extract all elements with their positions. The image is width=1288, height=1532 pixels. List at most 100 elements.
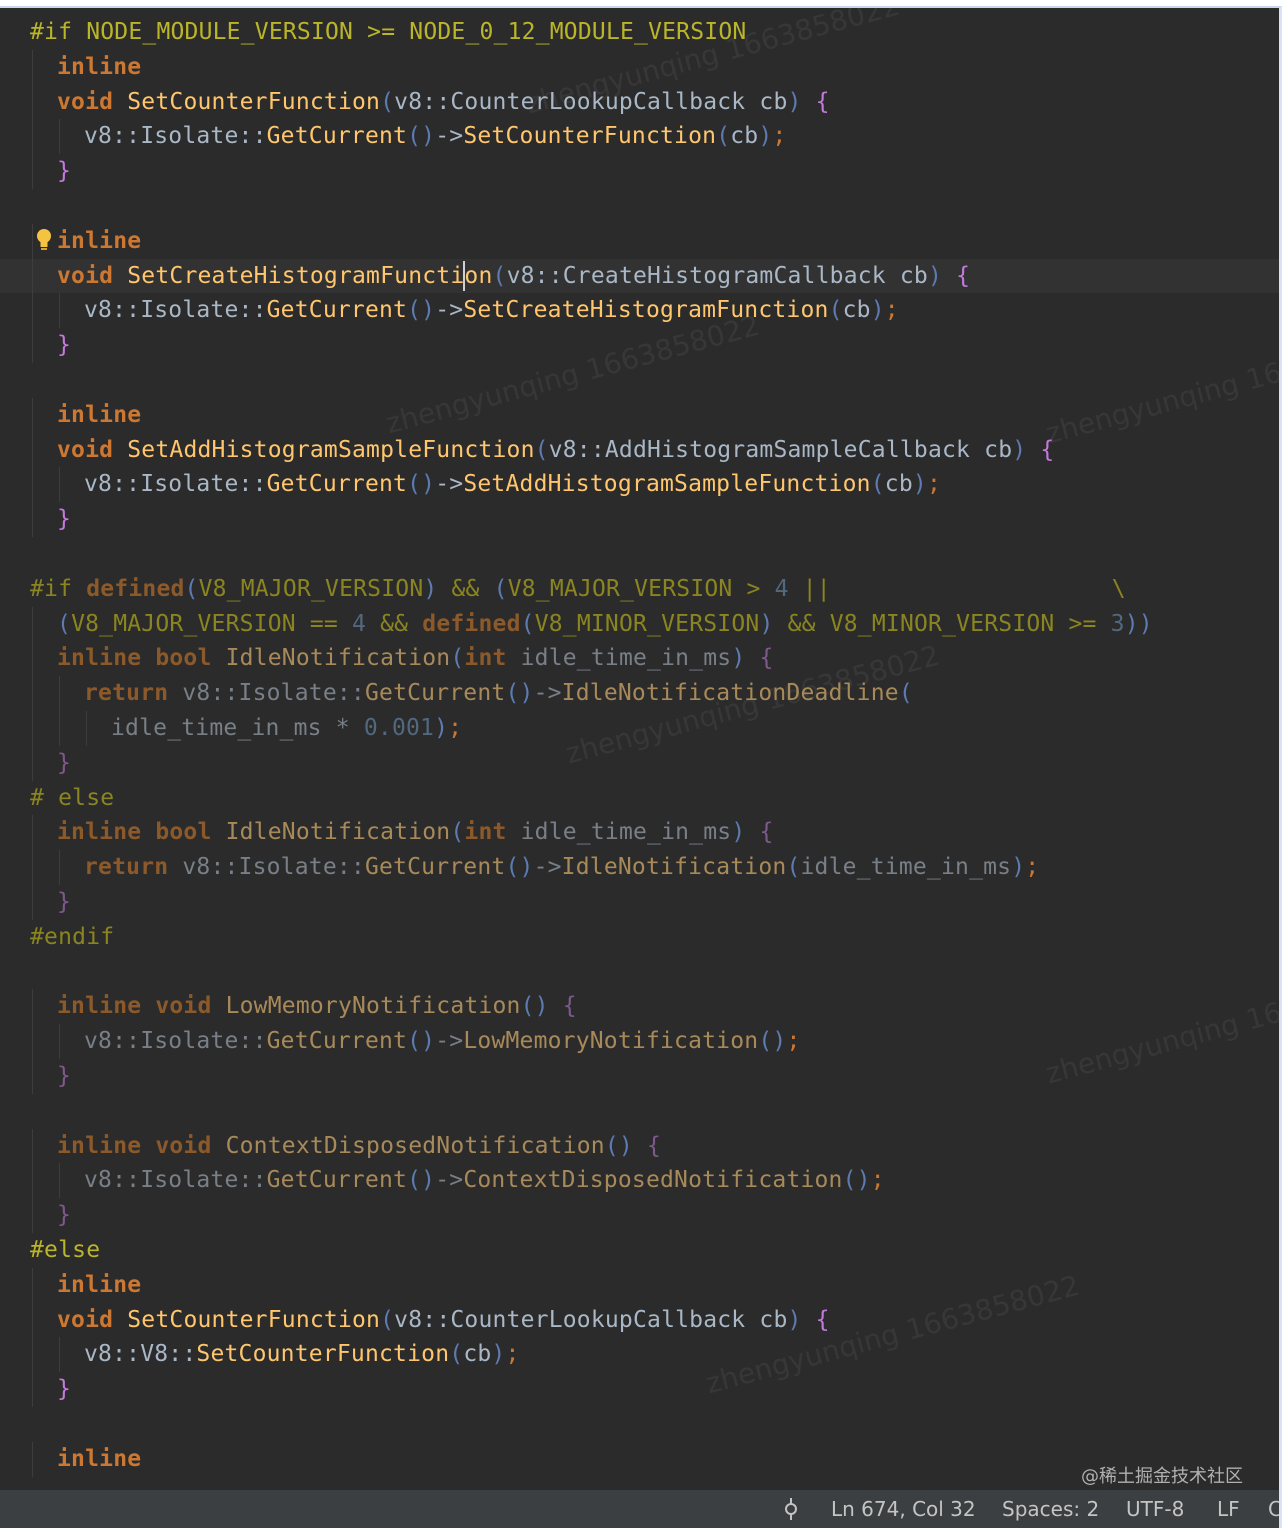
code-line[interactable]: inline: [0, 1267, 1279, 1303]
code-token: V8_MAJOR_VERSION: [198, 575, 424, 602]
code-token: SetCreateHistogramFuncti: [127, 262, 465, 289]
indent-guide: [59, 293, 60, 329]
code-line[interactable]: v8::V8::SetCounterFunction(cb);: [0, 1337, 1279, 1373]
code-line[interactable]: inline: [0, 49, 1279, 85]
code-line[interactable]: inline bool IdleNotification(int idle_ti…: [0, 641, 1279, 677]
code-token: v8::Isolate::: [84, 123, 267, 150]
code-token: inline: [57, 1271, 142, 1298]
code-token: (: [492, 262, 507, 289]
status-item-truncated[interactable]: C: [1268, 1490, 1279, 1528]
code-token: LowMemoryNotification: [225, 993, 521, 1020]
code-text: void SetAddHistogramSampleFunction(v8::A…: [57, 433, 1054, 468]
code-token: inline bool: [57, 819, 226, 846]
code-token: void: [57, 262, 128, 289]
code-token: (): [407, 1028, 436, 1055]
code-line[interactable]: v8::Isolate::GetCurrent()->ContextDispos…: [0, 1163, 1279, 1199]
code-token: GetCurrent: [364, 854, 506, 881]
code-line[interactable]: }: [0, 502, 1279, 537]
indent-setting[interactable]: Spaces: 2: [1002, 1490, 1099, 1528]
code-line[interactable]: }: [0, 745, 1279, 781]
code-line[interactable]: #endif: [0, 920, 1279, 955]
code-token: void: [57, 88, 128, 115]
code-token: IdleNotification: [225, 819, 451, 846]
code-token: v8::V8::: [84, 1341, 197, 1368]
code-line[interactable]: [0, 1094, 1279, 1129]
code-token: &&: [366, 610, 423, 637]
code-line[interactable]: [0, 955, 1279, 990]
code-token: ): [912, 471, 927, 498]
code-text: #if NODE_MODULE_VERSION >= NODE_0_12_MOD…: [30, 15, 746, 50]
code-token: ;: [870, 1167, 885, 1194]
code-token: v8::CreateHistogramCallback cb: [506, 262, 928, 289]
code-token: NODE_MODULE_VERSION >= NODE_0_12_MODULE_…: [86, 19, 747, 45]
code-token: V8_MINOR_VERSION: [534, 610, 760, 637]
code-line[interactable]: inline: [0, 223, 1279, 259]
code-line[interactable]: void SetCounterFunction(v8::CounterLooku…: [0, 1302, 1279, 1338]
indent-guide: [32, 258, 33, 294]
code-line[interactable]: void SetCreateHistogramFunction(v8::Crea…: [0, 258, 1279, 294]
code-line[interactable]: void SetCounterFunction(v8::CounterLooku…: [0, 84, 1279, 120]
code-line[interactable]: }: [0, 1372, 1279, 1407]
code-line[interactable]: #else: [0, 1233, 1279, 1268]
code-line[interactable]: v8::Isolate::GetCurrent()->SetCreateHist…: [0, 293, 1279, 329]
code-text: v8::Isolate::GetCurrent()->SetCreateHist…: [84, 293, 899, 328]
code-text: inline: [57, 50, 141, 85]
code-line[interactable]: idle_time_in_ms * 0.001);: [0, 711, 1279, 746]
code-line[interactable]: v8::Isolate::GetCurrent()->SetCounterFun…: [0, 119, 1279, 155]
code-text: }: [57, 502, 71, 537]
code-editor[interactable]: zhengyunqing 1663858022 zhengyunqing 166…: [0, 8, 1279, 1490]
cursor-position[interactable]: Ln 674, Col 32: [831, 1490, 976, 1528]
code-token: {: [956, 262, 971, 289]
code-line[interactable]: [0, 189, 1279, 224]
code-line[interactable]: inline void LowMemoryNotification() {: [0, 989, 1279, 1025]
code-token: cb: [884, 471, 913, 498]
code-line[interactable]: }: [0, 1198, 1279, 1233]
indent-guide: [32, 49, 33, 85]
lightbulb-icon[interactable]: [35, 227, 53, 255]
code-token: void: [57, 1306, 128, 1333]
code-line[interactable]: }: [0, 1059, 1279, 1094]
indent-guide: [59, 850, 60, 885]
code-line[interactable]: return v8::Isolate::GetCurrent()->IdleNo…: [0, 676, 1279, 711]
code-line[interactable]: #if defined(V8_MAJOR_VERSION) && (V8_MAJ…: [0, 572, 1279, 607]
code-text: v8::Isolate::GetCurrent()->SetCounterFun…: [84, 119, 786, 154]
code-line[interactable]: v8::Isolate::GetCurrent()->SetAddHistogr…: [0, 467, 1279, 503]
code-line[interactable]: }: [0, 154, 1279, 189]
indent-guide: [32, 432, 33, 468]
code-token: ->: [435, 1167, 464, 1194]
code-line[interactable]: void SetAddHistogramSampleFunction(v8::A…: [0, 432, 1279, 468]
indent-guide: [32, 989, 33, 1025]
code-token: SetCounterFunction: [127, 1306, 381, 1333]
code-line[interactable]: [0, 537, 1279, 572]
code-line[interactable]: }: [0, 328, 1279, 363]
code-line[interactable]: inline void ContextDisposedNotification(…: [0, 1128, 1279, 1164]
code-line[interactable]: (V8_MAJOR_VERSION == 4 && defined(V8_MIN…: [0, 606, 1279, 642]
indent-guide: [86, 711, 87, 746]
code-line[interactable]: #if NODE_MODULE_VERSION >= NODE_0_12_MOD…: [0, 15, 1279, 50]
code-token: ): [423, 575, 452, 602]
encoding-setting[interactable]: UTF-8: [1126, 1490, 1184, 1528]
indent-guide: [59, 1163, 60, 1199]
code-text: idle_time_in_ms * 0.001);: [111, 711, 462, 746]
git-commit-icon[interactable]: [780, 1490, 802, 1528]
code-token: ): [1011, 854, 1026, 881]
code-line[interactable]: inline bool IdleNotification(int idle_ti…: [0, 815, 1279, 851]
code-line[interactable]: v8::Isolate::GetCurrent()->LowMemoryNoti…: [0, 1024, 1279, 1059]
code-line[interactable]: # else: [0, 781, 1279, 816]
code-line[interactable]: inline: [0, 397, 1279, 433]
code-line[interactable]: return v8::Isolate::GetCurrent()->IdleNo…: [0, 850, 1279, 885]
indent-guide: [32, 1372, 33, 1407]
code-token: ->: [435, 1028, 464, 1055]
code-line[interactable]: [0, 363, 1279, 398]
code-line[interactable]: }: [0, 885, 1279, 920]
line-ending-setting[interactable]: LF: [1217, 1490, 1240, 1528]
code-token: ;: [505, 1341, 520, 1368]
code-token: ;: [1025, 854, 1040, 881]
code-token: ;: [772, 123, 787, 150]
code-line[interactable]: [0, 1407, 1279, 1442]
code-token: SetAddHistogramSampleFunction: [463, 471, 871, 498]
code-token: }: [57, 158, 72, 185]
code-token: cb: [730, 123, 759, 150]
code-token: (: [493, 575, 508, 602]
code-token: ): [870, 297, 885, 324]
